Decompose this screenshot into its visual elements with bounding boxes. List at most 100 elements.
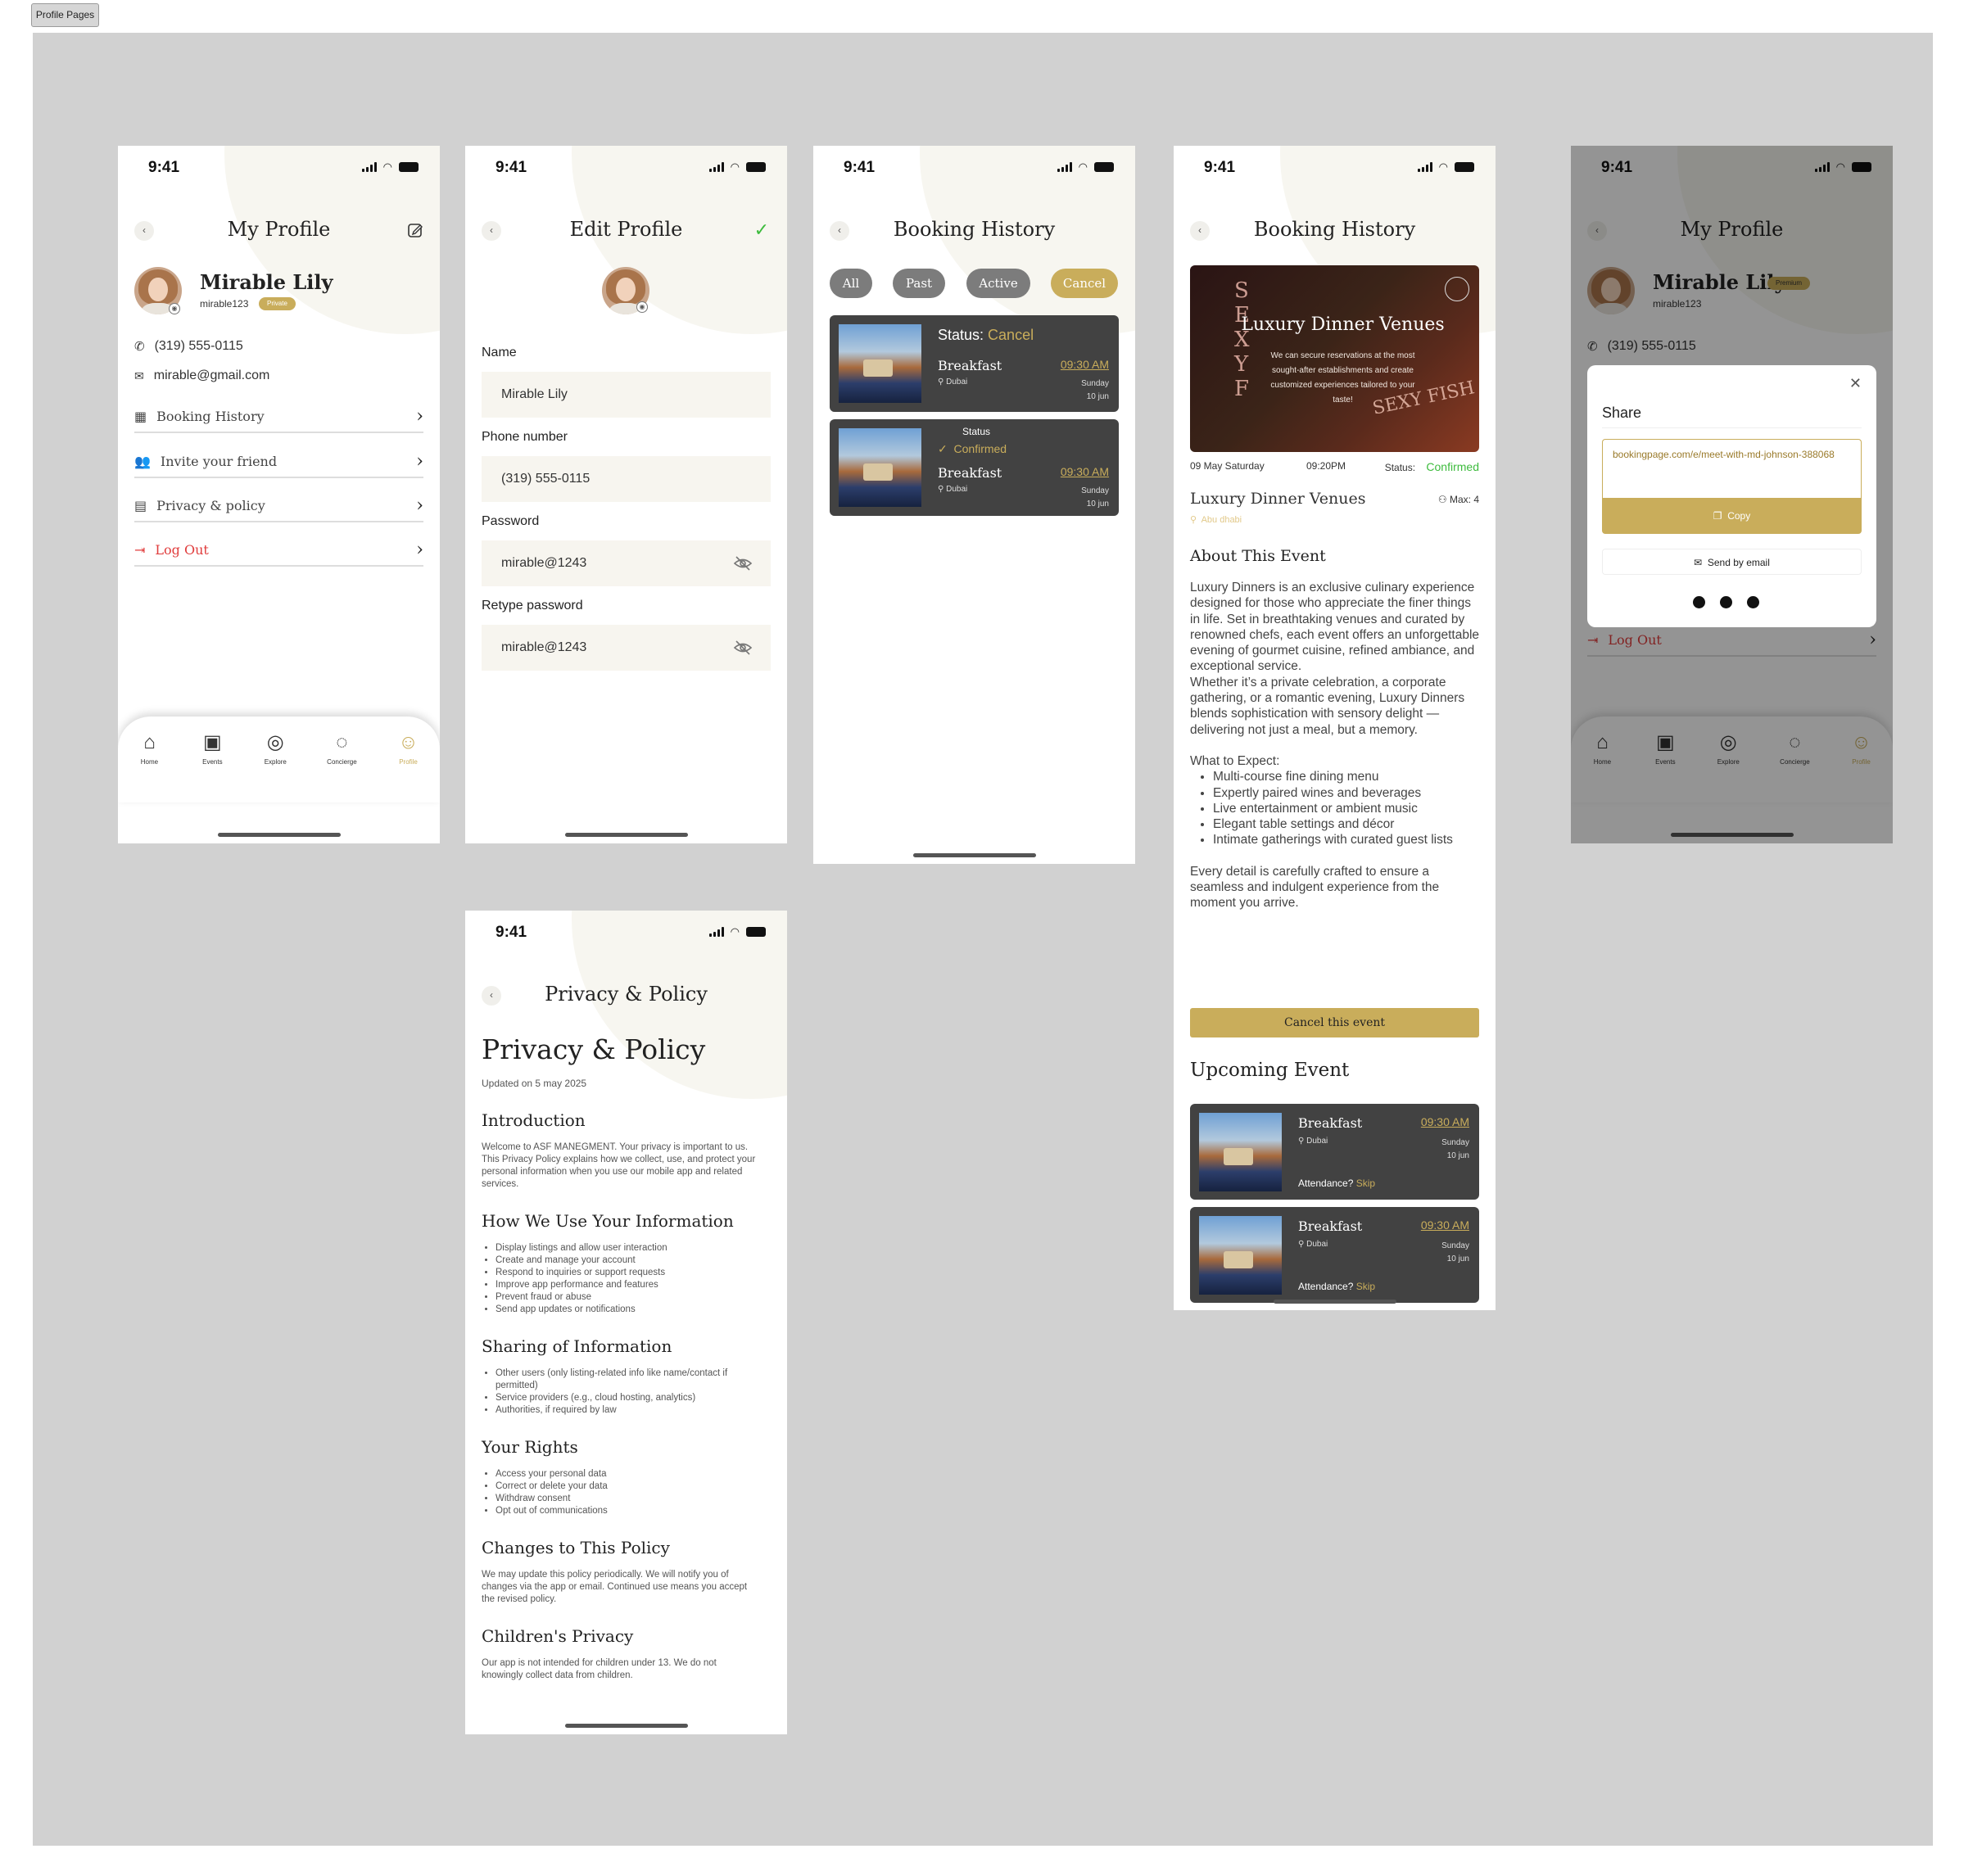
- section-text: Welcome to ASF MANEGMENT. Your privacy i…: [482, 1142, 756, 1189]
- facebook-icon[interactable]: [1720, 596, 1732, 608]
- wifi-icon: ◠: [1438, 160, 1448, 173]
- filter-all[interactable]: All: [830, 269, 872, 298]
- check-icon[interactable]: ✓: [754, 219, 769, 241]
- copy-button[interactable]: ❐ Copy: [1602, 498, 1862, 534]
- home-indicator: [564, 833, 688, 837]
- section-list: Other users (only listing-related info l…: [482, 1367, 758, 1417]
- signal-icon: [361, 162, 377, 172]
- nav-concierge[interactable]: ◌ Concierge: [327, 731, 356, 802]
- check-icon: ✓: [938, 442, 948, 455]
- chat-icon: ◌: [336, 731, 348, 753]
- back-button[interactable]: ‹: [830, 221, 849, 241]
- hero-logo-icon: [1445, 277, 1469, 301]
- status-bar: 9:41 ◠: [813, 146, 1135, 187]
- status-time: 9:41: [148, 159, 180, 176]
- page-title: Booking History: [1253, 218, 1416, 241]
- status-bar: 9:41 ◠: [118, 146, 440, 187]
- profile-name: Mirable Lily: [200, 270, 333, 294]
- event-thumbnail: [839, 324, 921, 403]
- calendar-icon: ▦: [134, 408, 147, 424]
- cancel-event-button[interactable]: Cancel this event: [1190, 1008, 1479, 1037]
- event-thumbnail: [1199, 1216, 1282, 1295]
- menu-log-out[interactable]: ⇥ Log Out ›: [134, 534, 423, 567]
- nav-profile[interactable]: ☺ Profile: [397, 731, 420, 802]
- messenger-icon[interactable]: [1747, 596, 1759, 608]
- section-title: How We Use Your Information: [482, 1211, 734, 1231]
- group-icon: ⚇: [1437, 494, 1447, 505]
- status-time: 9:41: [844, 159, 876, 176]
- modal-title: Share: [1602, 405, 1642, 421]
- card-title: Breakfast: [1298, 1218, 1363, 1234]
- calendar-star-icon: ▣: [203, 731, 222, 753]
- name-field[interactable]: Mirable Lily: [482, 372, 771, 418]
- event-status: Status: Confirmed: [1384, 460, 1479, 473]
- card-title: Breakfast: [938, 358, 1002, 373]
- nav-home[interactable]: ⌂ Home: [138, 731, 161, 802]
- whatsapp-icon[interactable]: [1693, 596, 1705, 608]
- upcoming-title: Upcoming Event: [1190, 1060, 1350, 1081]
- back-button[interactable]: ‹: [1190, 221, 1210, 241]
- privacy-policy-screen: 9:41 ◠ ‹ Privacy & Policy Privacy & Poli…: [465, 911, 787, 1734]
- upcoming-card[interactable]: Breakfast ⚲ Dubai 09:30 AM Sunday 10 jun …: [1190, 1104, 1479, 1200]
- phone-row: ✆ (319) 555-0115: [134, 339, 243, 354]
- camera-icon[interactable]: ◉: [169, 303, 180, 314]
- share-link-field[interactable]: bookingpage.com/e/meet-with-md-johnson-3…: [1602, 439, 1862, 500]
- skip-link[interactable]: Skip: [1356, 1178, 1375, 1189]
- home-indicator: [1273, 1300, 1396, 1304]
- name-label: Name: [482, 346, 517, 359]
- hero-title: Luxury Dinner Venues: [1241, 314, 1445, 335]
- close-icon[interactable]: ✕: [1849, 375, 1862, 392]
- battery-icon: [746, 927, 766, 937]
- venue-title: Luxury Dinner Venues: [1190, 490, 1366, 508]
- menu-booking-history[interactable]: ▦ Booking History ›: [134, 400, 423, 433]
- wifi-icon: ◠: [730, 925, 740, 938]
- eye-off-icon[interactable]: [733, 554, 753, 573]
- back-button[interactable]: ‹: [482, 986, 501, 1006]
- menu-label: Invite your friend: [160, 453, 278, 469]
- booking-card[interactable]: Status ✓ Confirmed Breakfast ⚲ Dubai 09:…: [830, 419, 1119, 516]
- nav-events[interactable]: ▣ Events: [201, 731, 224, 802]
- card-date: Sunday 10 jun: [1081, 486, 1109, 509]
- card-status-label: Status: [962, 426, 991, 437]
- card-time: 09:30 AM: [1420, 1218, 1469, 1232]
- home-icon: ⌂: [143, 731, 156, 753]
- card-time: 09:30 AM: [1060, 465, 1109, 478]
- wifi-icon: ◠: [730, 160, 740, 173]
- about-title: About This Event: [1190, 547, 1326, 565]
- username: mirable123: [200, 298, 249, 310]
- signal-icon: [1417, 162, 1432, 172]
- section-title: Children's Privacy: [482, 1626, 634, 1646]
- about-body: Luxury Dinners is an exclusive culinary …: [1190, 580, 1479, 911]
- booking-card[interactable]: Status: Cancel Breakfast ⚲ Dubai 09:30 A…: [830, 315, 1119, 412]
- menu-privacy-policy[interactable]: ▤ Privacy & policy ›: [134, 490, 423, 522]
- page-title: Privacy & Policy: [545, 983, 708, 1006]
- battery-icon: [399, 162, 419, 172]
- chevron-right-icon: ›: [416, 539, 423, 560]
- filter-past[interactable]: Past: [893, 269, 945, 298]
- camera-icon[interactable]: ◉: [636, 301, 648, 313]
- pin-icon: ⚲: [938, 485, 944, 494]
- password-field[interactable]: mirable@1243: [482, 540, 771, 586]
- phone-field[interactable]: (319) 555-0115: [482, 456, 771, 502]
- filter-cancel[interactable]: Cancel: [1051, 269, 1118, 298]
- menu-label: Privacy & policy: [156, 497, 265, 513]
- eye-off-icon[interactable]: [733, 638, 753, 658]
- status-time: 9:41: [496, 159, 527, 176]
- filter-active[interactable]: Active: [966, 269, 1030, 298]
- upcoming-card[interactable]: Breakfast ⚲ Dubai 09:30 AM Sunday 10 jun …: [1190, 1207, 1479, 1303]
- menu-invite-friend[interactable]: 👥 Invite your friend ›: [134, 445, 423, 478]
- section-title: Your Rights: [482, 1437, 578, 1457]
- back-button[interactable]: ‹: [134, 221, 154, 241]
- skip-link[interactable]: Skip: [1356, 1281, 1375, 1292]
- back-button[interactable]: ‹: [482, 221, 501, 241]
- page-title: Booking History: [893, 218, 1056, 241]
- chevron-right-icon: ›: [416, 450, 423, 472]
- card-status: ✓ Confirmed: [938, 442, 1007, 455]
- event-thumbnail: [1199, 1113, 1282, 1191]
- user-icon: ☺: [398, 731, 419, 753]
- send-email-button[interactable]: ✉ Send by email: [1602, 549, 1862, 575]
- retype-password-field[interactable]: mirable@1243: [482, 625, 771, 671]
- edit-icon[interactable]: [407, 222, 423, 238]
- nav-explore[interactable]: ◎ Explore: [264, 731, 287, 802]
- card-location: ⚲ Dubai: [938, 485, 968, 494]
